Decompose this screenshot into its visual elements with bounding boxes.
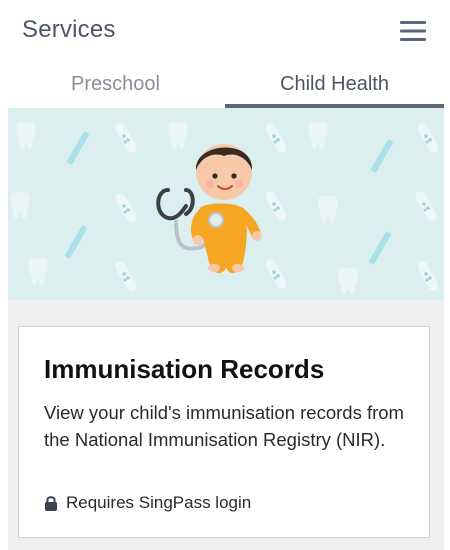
- child-health-banner: [8, 108, 444, 300]
- card-title: Immunisation Records: [44, 354, 325, 384]
- bandage-icon: [113, 121, 441, 293]
- app-header: Services: [0, 0, 450, 62]
- page-title: Services: [22, 16, 116, 43]
- tab-preschool[interactable]: Preschool: [6, 62, 225, 108]
- immunisation-records-card[interactable]: Immunisation Records View your child's i…: [18, 326, 430, 538]
- hamburger-menu-icon[interactable]: [398, 20, 428, 42]
- tab-child-health[interactable]: Child Health: [225, 62, 444, 108]
- tab-bar: Preschool Child Health: [6, 62, 444, 108]
- login-note: Requires SingPass login: [66, 493, 252, 512]
- login-requirement: Requires SingPass login: [44, 493, 251, 513]
- lock-icon: [45, 496, 57, 511]
- card-description: View your child's immunisation records f…: [44, 402, 404, 450]
- baby-illustration: [156, 144, 262, 274]
